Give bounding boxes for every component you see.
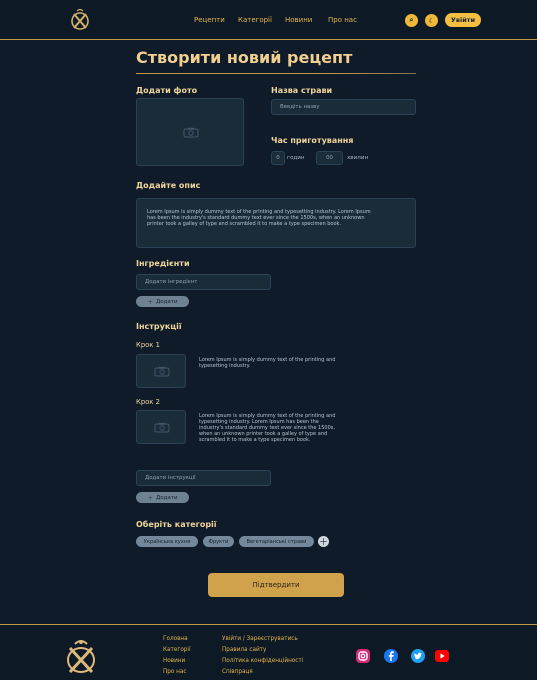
category-tag-vegetarian[interactable]: Вегетаріанські страви [239,536,314,547]
page-title: Створити новий рецепт [136,48,353,67]
category-tag-fruits[interactable]: Фрукти [203,536,234,547]
add-instruction-button[interactable]: ＋ Додати [136,492,189,503]
camera-icon [154,366,170,377]
plus-icon: ＋ [147,495,153,502]
description-text: Lorem Ipsum is simply dummy text of the … [147,209,371,227]
twitter-icon[interactable] [411,649,425,663]
step-1-photo-upload[interactable] [136,354,186,388]
category-tag-ukrainian[interactable]: Українська кухня [136,536,198,547]
instruction-input[interactable]: Додати інструкції [136,470,271,486]
youtube-icon[interactable] [435,649,449,663]
footer-logo-icon[interactable] [61,638,101,678]
add-photo-label: Додати фото [136,86,198,95]
instructions-label: Інструкції [136,322,182,331]
hours-input[interactable]: 0 [271,151,285,165]
footer-link-login-register[interactable]: Увійти / Зареєструватись [222,636,298,642]
step-1-text: Lorem Ipsum is simply dummy text of the … [199,357,336,369]
theme-toggle-button[interactable]: ☾ [425,14,438,27]
footer-link-categories[interactable]: Категорії [163,647,191,653]
footer-link-home[interactable]: Головна [163,636,188,642]
nav-categories[interactable]: Категорії [238,16,272,24]
categories-label: Оберіть категорії [136,520,217,529]
description-textarea[interactable]: Lorem Ipsum is simply dummy text of the … [136,198,416,248]
search-icon: ⌕ [409,16,414,24]
moon-icon: ☾ [428,16,435,25]
submit-button[interactable]: Підтвердити [208,573,344,597]
minutes-input[interactable]: 00 [316,151,343,165]
step-1-label: Крок 1 [136,341,160,349]
footer-link-about[interactable]: Про нас [163,669,187,675]
recipe-photo-upload[interactable] [136,98,244,166]
title-divider [136,73,416,74]
nav-recipes[interactable]: Рецепти [194,16,225,24]
add-instruction-label: Додати [155,494,178,501]
step-2-label: Крок 2 [136,398,160,406]
login-button[interactable]: Увійти [445,13,481,27]
add-ingredient-label: Додати [155,298,178,305]
camera-icon [154,422,170,433]
description-label: Додайте опис [136,181,201,190]
nav-about[interactable]: Про нас [328,16,357,24]
nav-news[interactable]: Новини [285,16,312,24]
add-ingredient-button[interactable]: ＋ Додати [136,296,189,307]
plus-icon: ＋ [318,538,328,548]
cook-time-label: Час приготування [271,136,354,145]
site-logo-icon[interactable] [68,8,92,32]
search-button[interactable]: ⌕ [405,14,418,27]
top-header: Рецепти Категорії Новини Про нас ⌕ ☾ Уві… [0,0,537,40]
dish-name-label: Назва страви [271,86,333,95]
add-category-button[interactable]: ＋ [318,536,329,548]
camera-icon [183,127,199,138]
footer-link-site-rules[interactable]: Правила сайту [222,647,266,653]
step-2-text: Lorem Ipsum is simply dummy text of the … [199,413,336,443]
facebook-icon[interactable] [384,649,398,663]
ingredients-label: Інгредієнти [136,259,190,268]
dish-name-input[interactable]: Введіть назву [271,99,416,115]
hours-label: годин [287,155,305,161]
footer-link-cooperation[interactable]: Співпраця [222,669,253,675]
ingredient-input[interactable]: Додати інгредієнт [136,274,271,290]
instagram-icon[interactable] [356,649,370,663]
footer-link-privacy-policy[interactable]: Політика конфіденційності [222,658,303,664]
plus-icon: ＋ [147,299,153,306]
footer-link-news[interactable]: Новини [163,658,185,664]
minutes-label: хвилин [347,155,369,161]
step-2-photo-upload[interactable] [136,410,186,444]
